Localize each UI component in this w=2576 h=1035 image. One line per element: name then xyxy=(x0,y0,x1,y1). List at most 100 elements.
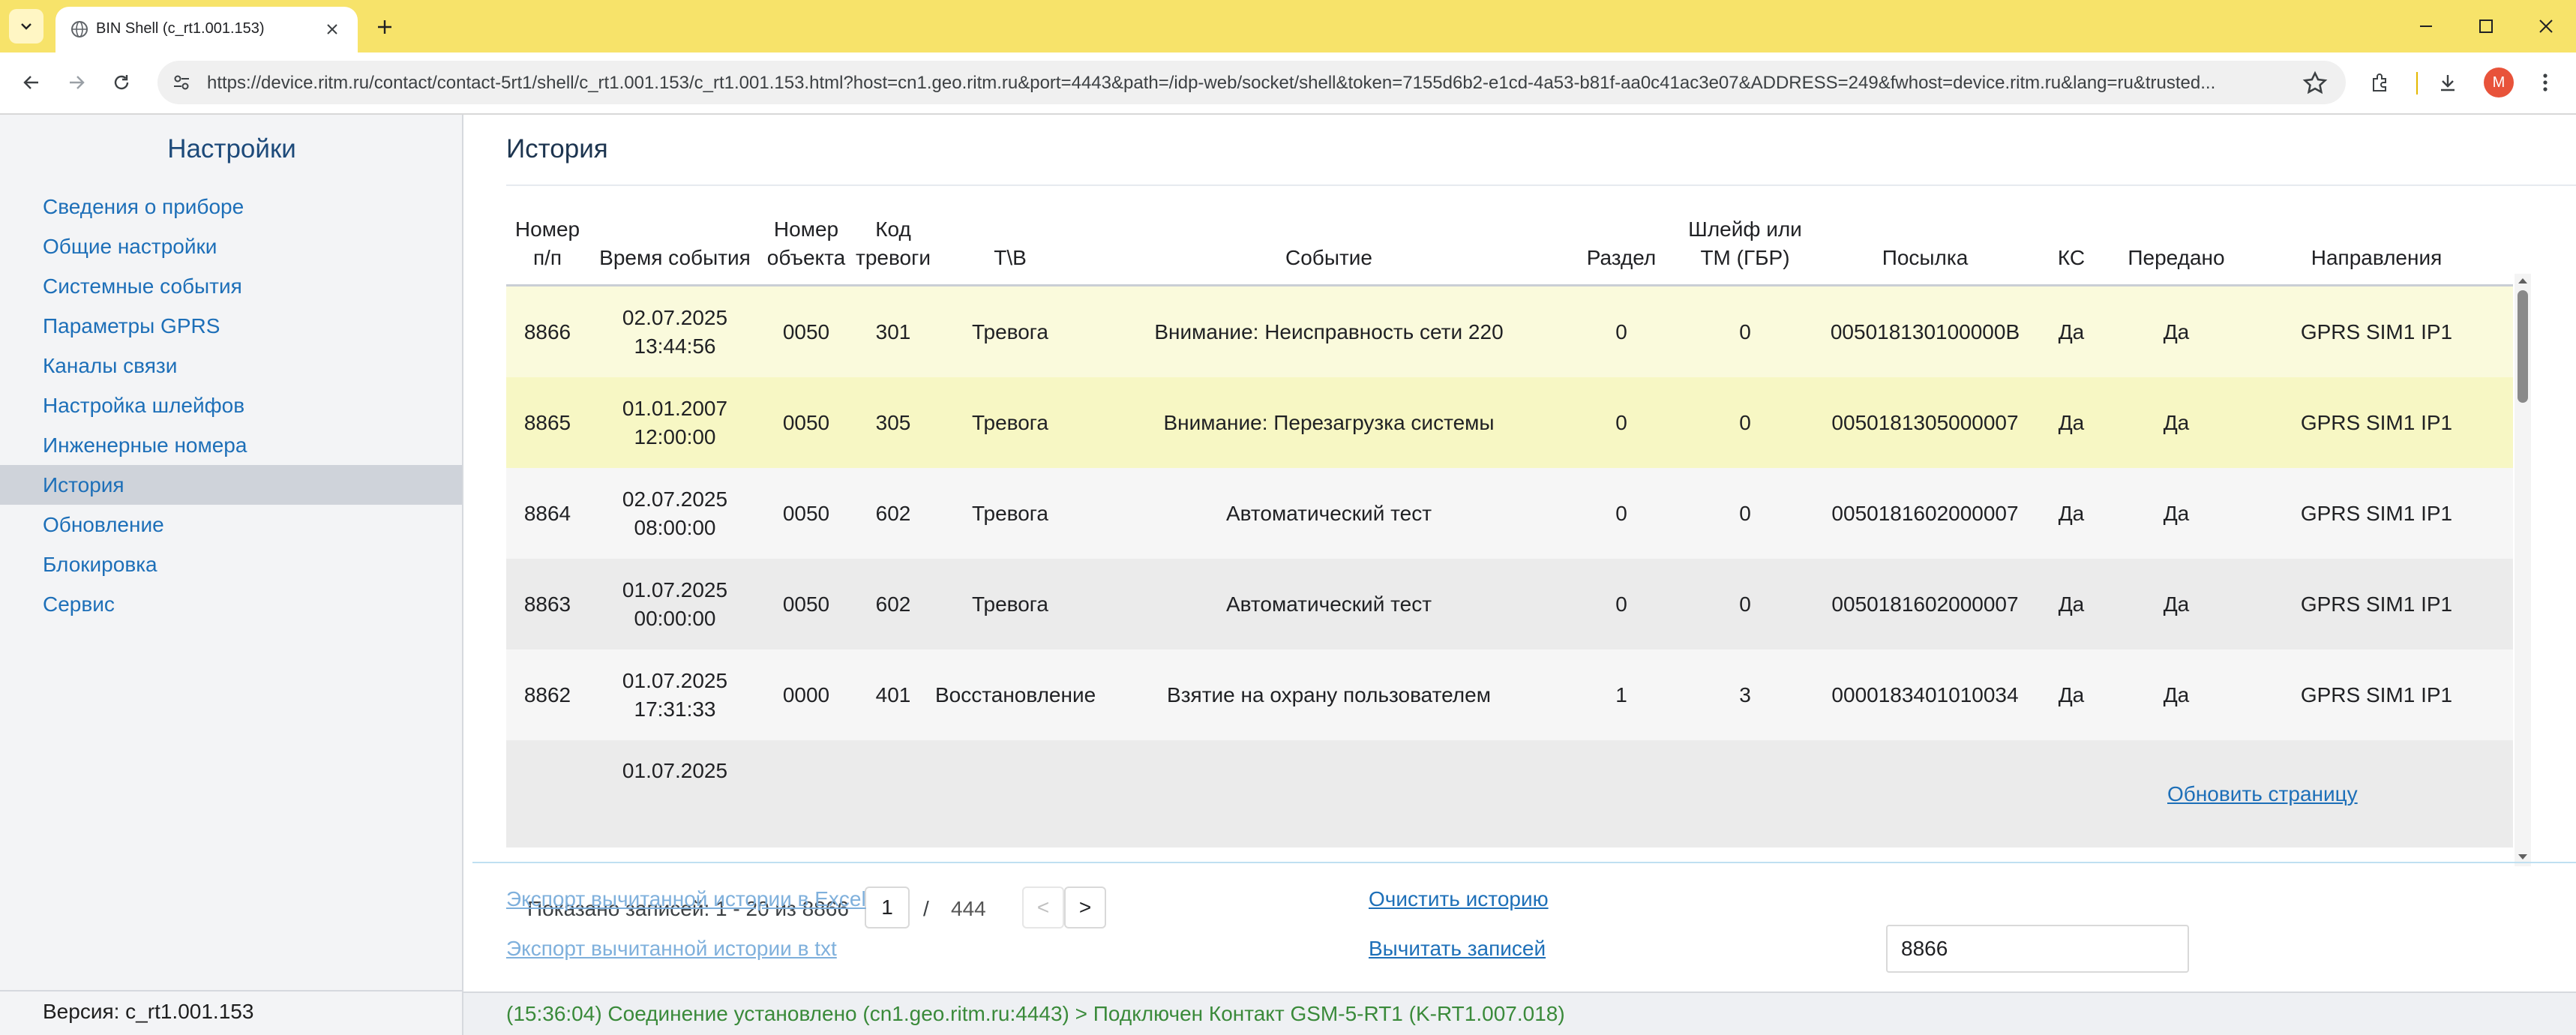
cell-time: 01.07.2025 00:00:00 xyxy=(589,559,761,650)
cell-code: 301 xyxy=(851,285,935,377)
sidebar-item-system-events[interactable]: Системные события xyxy=(0,266,462,306)
downloads-button[interactable] xyxy=(2430,64,2466,100)
tab-search-button[interactable] xyxy=(9,9,43,44)
table-row[interactable]: 8862 01.07.2025 17:31:33 0000 401 Восстан… xyxy=(506,650,2513,740)
cell-loop: 0 xyxy=(1670,285,1820,377)
sidebar-title: Настройки xyxy=(167,134,296,164)
url-text: https://device.ritm.ru/contact/contact-5… xyxy=(207,73,2216,93)
cell-message: 005018130100000B xyxy=(1820,285,2030,377)
extensions-button[interactable] xyxy=(2362,64,2398,100)
cell-loop: 3 xyxy=(1670,650,1820,740)
cell-code: 305 xyxy=(851,377,935,468)
scrollbar-thumb[interactable] xyxy=(2518,290,2528,403)
cell-time: 01.07.2025 17:31:33 xyxy=(589,650,761,740)
maximize-button[interactable] xyxy=(2460,8,2512,45)
cell-section: 0 xyxy=(1573,559,1670,650)
star-icon[interactable] xyxy=(2302,70,2328,96)
cell-event: Внимание: Неисправность сети 220 xyxy=(1085,285,1573,377)
tab-close-button[interactable] xyxy=(319,16,345,42)
cell-message xyxy=(1820,740,2030,848)
sidebar-item-service[interactable]: Сервис xyxy=(0,584,462,624)
table-row[interactable]: 8863 01.07.2025 00:00:00 0050 602 Тревога… xyxy=(506,559,2513,650)
sidebar-item-gprs-params[interactable]: Параметры GPRS xyxy=(0,306,462,346)
col-header-section: Раздел xyxy=(1573,190,1670,286)
sidebar-divider xyxy=(0,990,462,992)
status-bar: (15:36:04) Соединение установлено (cn1.g… xyxy=(463,992,2576,1035)
next-page-button[interactable]: > xyxy=(1064,886,1106,928)
cell-section: 0 xyxy=(1573,377,1670,468)
cell-ks: Да xyxy=(2030,468,2113,559)
cell-ks: Да xyxy=(2030,559,2113,650)
sidebar-item-history[interactable]: История xyxy=(0,465,462,505)
cell-object xyxy=(761,740,851,848)
title-divider xyxy=(506,184,2576,186)
profile-avatar[interactable]: M xyxy=(2484,68,2514,98)
close-icon xyxy=(2539,20,2553,33)
page-number-input[interactable]: 1 xyxy=(865,886,910,928)
reload-button[interactable] xyxy=(103,64,139,100)
table-row[interactable]: 8865 01.01.2007 12:00:00 0050 305 Тревога… xyxy=(506,377,2513,468)
col-header-sent: Передано xyxy=(2113,190,2240,286)
cell-message: 0000183401010034 xyxy=(1820,650,2030,740)
col-header-time: Время события xyxy=(589,190,761,286)
browser-tab[interactable]: BIN Shell (c_rt1.001.153) xyxy=(55,7,358,52)
sidebar-item-engineer-numbers[interactable]: Инженерные номера xyxy=(0,425,462,465)
page-title: История xyxy=(506,134,608,164)
version-label: Версия: c_rt1.001.153 xyxy=(43,1000,254,1023)
browser-menu-button[interactable] xyxy=(2527,64,2563,100)
site-info-icon[interactable] xyxy=(171,72,192,93)
cell-event: Внимание: Перезагрузка системы xyxy=(1085,377,1573,468)
download-icon xyxy=(2441,75,2455,92)
sidebar-item-update[interactable]: Обновление xyxy=(0,505,462,544)
history-table-scroll[interactable]: Номер п/п Время события Номер объекта Код т… xyxy=(506,190,2531,867)
clear-history-link[interactable]: Очистить историю xyxy=(1369,887,1549,911)
col-header-tv: Т\В xyxy=(935,190,1085,286)
toolbar-separator xyxy=(2416,72,2418,94)
cell-event xyxy=(1085,740,1573,848)
cell-ks: Да xyxy=(2030,377,2113,468)
table-header-row: Номер п/п Время события Номер объекта Код т… xyxy=(506,190,2513,286)
new-tab-button[interactable] xyxy=(367,10,402,44)
cell-object: 0050 xyxy=(761,468,851,559)
cell-message: 0050181602000007 xyxy=(1820,468,2030,559)
prev-page-button[interactable]: < xyxy=(1022,886,1064,928)
records-count-input[interactable]: 8866 xyxy=(1886,925,2189,973)
cell-num: 8862 xyxy=(506,650,589,740)
back-button[interactable] xyxy=(13,64,49,100)
col-header-loop: Шлейф или ТМ (ГБР) xyxy=(1670,190,1820,286)
settings-sidebar: Настройки Сведения о приборе Общие настр… xyxy=(0,115,463,1035)
sidebar-item-channels[interactable]: Каналы связи xyxy=(0,346,462,386)
browser-chrome: BIN Shell (c_rt1.001.153) https://device… xyxy=(0,0,2576,115)
forward-button[interactable] xyxy=(58,64,94,100)
sidebar-item-loop-settings[interactable]: Настройка шлейфов xyxy=(0,386,462,425)
sidebar-item-device-info[interactable]: Сведения о приборе xyxy=(0,187,462,226)
read-records-link[interactable]: Вычитать записей xyxy=(1369,937,1546,961)
cell-direction: GPRS SIM1 IP1 xyxy=(2240,468,2513,559)
cell-direction: GPRS SIM1 IP1 xyxy=(2240,559,2513,650)
cell-event: Взятие на охрану пользователем xyxy=(1085,650,1573,740)
export-excel-link[interactable]: Экспорт вычитанной истории в Excel xyxy=(506,887,866,911)
minimize-icon xyxy=(2420,26,2432,27)
cell-section: 0 xyxy=(1573,468,1670,559)
col-header-message: Посылка xyxy=(1820,190,2030,286)
cell-sent: Да xyxy=(2113,650,2240,740)
address-bar[interactable]: https://device.ritm.ru/contact/contact-5… xyxy=(157,61,2346,104)
cell-direction: GPRS SIM1 IP1 xyxy=(2240,650,2513,740)
cell-tv: Тревога xyxy=(935,468,1085,559)
export-txt-link[interactable]: Экспорт вычитанной истории в txt xyxy=(506,937,837,961)
table-row[interactable]: 8864 02.07.2025 08:00:00 0050 602 Тревога… xyxy=(506,468,2513,559)
minimize-button[interactable] xyxy=(2400,8,2452,45)
sidebar-item-lock[interactable]: Блокировка xyxy=(0,544,462,584)
refresh-page-link[interactable]: Обновить страницу xyxy=(2167,782,2358,806)
col-header-event: Событие xyxy=(1085,190,1573,286)
cell-section xyxy=(1573,740,1670,848)
col-header-object: Номер объекта xyxy=(761,190,851,286)
sidebar-item-general-settings[interactable]: Общие настройки xyxy=(0,226,462,266)
cell-num: 8863 xyxy=(506,559,589,650)
scroll-up-arrow-icon[interactable] xyxy=(2516,274,2530,286)
cell-loop: 0 xyxy=(1670,559,1820,650)
window-close-button[interactable] xyxy=(2520,8,2572,45)
table-row[interactable]: 8866 02.07.2025 13:44:56 0050 301 Тревога… xyxy=(506,285,2513,377)
tab-title: BIN Shell (c_rt1.001.153) xyxy=(96,20,265,37)
history-table: Номер п/п Время события Номер объекта Код т… xyxy=(506,190,2513,848)
